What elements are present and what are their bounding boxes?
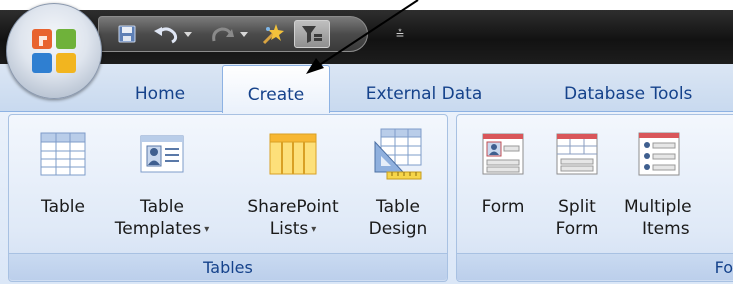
tab-create[interactable]: Create	[222, 65, 330, 113]
table-templates-button[interactable]: Table Templates ▾	[110, 118, 214, 250]
table-design-icon	[374, 128, 422, 180]
split-form-button[interactable]: Split Form	[548, 118, 606, 250]
toggle-filter-button[interactable]	[294, 20, 330, 48]
table-templates-icon	[140, 135, 184, 173]
split-form-label-line2: Form	[555, 219, 599, 239]
customize-qat-glyph: ⩮	[395, 26, 405, 42]
top-margin	[0, 0, 733, 10]
table-icon	[40, 132, 86, 176]
group-tables-label: Tables	[9, 253, 447, 280]
table-design-label-line2: Design	[368, 219, 428, 239]
form-button[interactable]: Form	[470, 118, 536, 250]
group-forms-label: Fo	[457, 253, 733, 280]
chevron-down-icon: ▾	[204, 224, 210, 235]
table-templates-label-line1: Table	[140, 197, 184, 217]
wand-icon	[262, 24, 284, 45]
table-button-label: Table	[41, 197, 85, 217]
tab-database-tools[interactable]: Database Tools	[548, 76, 733, 112]
save-button[interactable]	[112, 20, 142, 48]
wand-button[interactable]	[258, 20, 288, 48]
customize-qat-button[interactable]: ⩮	[390, 20, 410, 48]
form-button-label: Form	[481, 197, 525, 217]
undo-icon	[154, 27, 192, 44]
table-templates-label-line2: Templates ▾	[115, 218, 209, 243]
tab-home[interactable]: Home	[112, 76, 208, 112]
redo-button[interactable]	[206, 20, 254, 48]
table-design-button[interactable]: Table Design	[358, 118, 438, 250]
office-button[interactable]	[6, 3, 102, 99]
split-form-label-line1: Split	[558, 197, 596, 217]
multiple-items-icon	[638, 132, 680, 176]
filter-toggle-icon	[302, 26, 322, 43]
multiple-items-label-line2: Items	[642, 219, 690, 239]
multiple-items-label-line1: Multiple	[624, 197, 692, 217]
sharepoint-lists-icon	[269, 133, 317, 175]
split-form-icon	[556, 133, 598, 175]
multiple-items-button[interactable]: Multiple Items	[620, 118, 730, 250]
table-templates-label-text: Templates	[114, 219, 202, 239]
save-icon	[118, 25, 136, 43]
sharepoint-lists-label-line1: SharePoint	[247, 197, 339, 217]
form-icon	[482, 133, 524, 175]
chevron-down-icon: ▾	[311, 224, 317, 235]
sharepoint-lists-label-text: Lists	[269, 219, 309, 239]
table-design-label-line1: Table	[376, 197, 420, 217]
sharepoint-lists-label-line2: Lists ▾	[270, 218, 317, 243]
tab-external-data[interactable]: External Data	[354, 76, 494, 112]
sharepoint-lists-button[interactable]: SharePoint Lists ▾	[232, 118, 354, 250]
redo-icon	[212, 27, 248, 42]
table-button[interactable]: Table	[28, 118, 98, 250]
office-logo-icon	[32, 29, 76, 73]
undo-button[interactable]	[148, 20, 200, 48]
